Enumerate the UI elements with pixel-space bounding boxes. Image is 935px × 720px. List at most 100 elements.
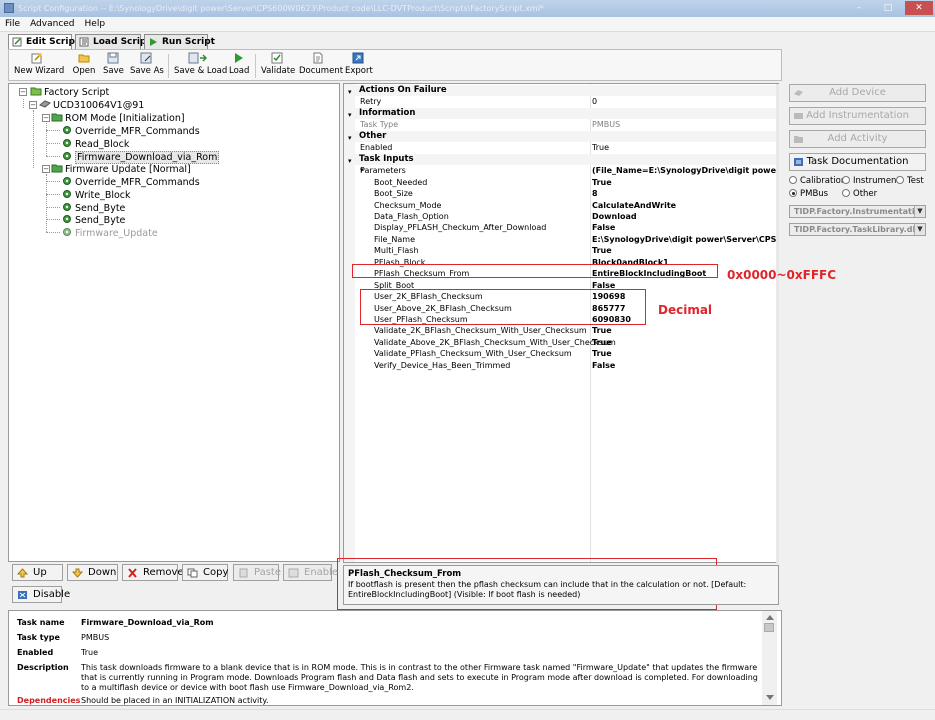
open-button[interactable]: Open — [67, 52, 101, 76]
property-value[interactable]: True — [592, 142, 778, 153]
validate-button[interactable]: Validate — [261, 52, 295, 76]
task-library-select[interactable]: TIDP.Factory.TaskLibrary.dll ▼ — [789, 223, 926, 236]
property-value[interactable]: True — [592, 245, 778, 256]
property-value[interactable]: True — [592, 325, 778, 336]
save-and-load-button[interactable]: Save & Load — [174, 52, 227, 76]
property-value[interactable]: True — [592, 348, 778, 359]
property-name: Task Inputs — [359, 153, 414, 164]
remove-button[interactable]: Remove — [122, 564, 184, 581]
collapse-toggle[interactable]: − — [29, 101, 37, 109]
tree-task-selected[interactable]: Firmware_Download_via_Rom — [61, 151, 220, 164]
add-activity-button[interactable]: Add Activity — [789, 130, 926, 148]
tab-run-script[interactable]: Run Script — [144, 34, 215, 49]
tab-edit-script[interactable]: Edit Script — [8, 34, 79, 50]
collapse-toggle[interactable]: − — [42, 114, 50, 122]
property-row[interactable]: Validate_Above_2K_BFlash_Checksum_With_U… — [344, 337, 778, 348]
property-value[interactable]: False — [592, 360, 778, 371]
up-button[interactable]: Up — [12, 564, 63, 581]
scroll-down-icon[interactable] — [766, 695, 774, 700]
add-device-button[interactable]: Add Device — [789, 84, 926, 102]
property-grid-scrollbar[interactable] — [776, 84, 779, 564]
task-info-scrollbar[interactable] — [762, 611, 777, 705]
tree-activity-rom-mode[interactable]: ROM Mode [Initialization] — [51, 112, 185, 124]
instrumentation-library-select[interactable]: TIDP.Factory.Instrumentation ▼ — [789, 205, 926, 218]
tree-task[interactable]: Override_MFR_Commands — [61, 176, 200, 188]
tree-task[interactable]: Send_Byte — [61, 214, 125, 226]
property-category[interactable]: ▾ Actions On Failure — [344, 85, 778, 97]
property-category[interactable]: ▾ Task Inputs — [344, 153, 778, 166]
property-row[interactable]: Checksum_Mode CalculateAndWrite — [344, 200, 778, 211]
collapse-toggle[interactable]: − — [19, 88, 27, 96]
property-row[interactable]: Boot_Needed True — [344, 177, 778, 188]
property-row[interactable]: Verify_Device_Has_Been_Trimmed False — [344, 360, 778, 371]
property-value[interactable]: False — [592, 222, 778, 233]
add-instrumentation-button[interactable]: Add Instrumentation — [789, 107, 926, 125]
copy-button[interactable]: Copy — [182, 564, 228, 581]
task-icon — [63, 228, 71, 236]
property-row[interactable]: Display_PFLASH_Checkum_After_Download Fal… — [344, 222, 778, 233]
remove-icon — [128, 568, 137, 578]
radio-instrument[interactable]: Instrument — [842, 176, 900, 186]
collapse-toggle[interactable]: − — [42, 165, 50, 173]
tree-task[interactable]: Write_Block — [61, 189, 131, 201]
tree-task[interactable]: Override_MFR_Commands — [61, 125, 200, 137]
radio-pmbus[interactable]: PMBus — [789, 189, 828, 199]
disable-button[interactable]: Disable — [12, 586, 70, 603]
property-row[interactable]: Enabled True — [344, 142, 778, 153]
property-row[interactable]: File_Name E:\SynologyDrive\digit power\Se… — [344, 234, 778, 245]
task-icon — [63, 190, 71, 198]
radio-calibration[interactable]: Calibration — [789, 176, 846, 186]
tree-root[interactable]: Factory Script — [30, 86, 109, 98]
enable-button[interactable]: Enable — [283, 564, 338, 581]
property-value[interactable]: CalculateAndWrite — [592, 200, 778, 211]
close-button[interactable]: ✕ — [905, 1, 933, 15]
scroll-up-icon[interactable] — [766, 615, 774, 620]
property-row[interactable]: Data_Flash_Option Download — [344, 211, 778, 222]
property-row[interactable]: Multi_Flash True — [344, 245, 778, 256]
tree-task[interactable]: Read_Block — [61, 138, 129, 150]
property-row[interactable]: Validate_2K_BFlash_Checksum_With_User_Ch… — [344, 325, 778, 336]
property-category[interactable]: ▾ Information — [344, 107, 778, 120]
property-value[interactable]: 0 — [592, 96, 778, 107]
property-row[interactable]: Retry 0 — [344, 96, 778, 107]
property-value[interactable]: True — [592, 337, 778, 348]
save-load-icon — [188, 52, 207, 64]
tab-load-script[interactable]: Load Script — [75, 34, 151, 49]
property-row[interactable]: Validate_PFlash_Checksum_With_User_Check… — [344, 348, 778, 359]
scroll-thumb[interactable] — [764, 623, 774, 632]
save-as-button[interactable]: Save As — [130, 52, 164, 76]
task-icon — [63, 152, 71, 160]
property-row[interactable]: Task Type PMBUS — [344, 119, 778, 130]
new-wizard-button[interactable]: New Wizard — [14, 52, 64, 76]
property-value[interactable]: E:\SynologyDrive\digit power\Server\CPS5… — [592, 234, 778, 245]
property-value[interactable]: True — [592, 177, 778, 188]
toolbar-separator — [255, 54, 256, 78]
tree-activity-firmware-update[interactable]: Firmware Update [Normal] — [51, 163, 191, 175]
radio-other[interactable]: Other — [842, 189, 877, 199]
paste-button[interactable]: Paste — [233, 564, 281, 581]
minimize-button[interactable]: – — [845, 1, 873, 15]
export-button[interactable]: Export — [345, 52, 373, 76]
menu-advanced[interactable]: Advanced — [25, 17, 79, 32]
task-documentation-button[interactable]: Task Documentation — [789, 153, 926, 171]
property-name: Task Type — [360, 120, 399, 130]
property-row[interactable]: Boot_Size 8 — [344, 188, 778, 199]
property-row[interactable]: ▾ Parameters (File_Name=E:\SynologyDrive\d… — [344, 165, 778, 176]
property-value[interactable]: Download — [592, 211, 778, 222]
tree-task-disabled[interactable]: Firmware_Update — [61, 227, 158, 239]
property-category[interactable]: ▾ Other — [344, 130, 778, 143]
load-button[interactable]: Load — [229, 52, 249, 76]
menu-file[interactable]: File — [0, 17, 25, 32]
script-tree[interactable]: − Factory Script − UCD310064V1@91 − ROM … — [8, 83, 340, 562]
down-button[interactable]: Down — [67, 564, 118, 581]
save-button[interactable]: Save — [103, 52, 124, 76]
property-value[interactable]: 8 — [592, 188, 778, 199]
property-value[interactable]: PMBUS — [592, 119, 778, 130]
menu-help[interactable]: Help — [80, 17, 111, 32]
document-button[interactable]: Document — [299, 52, 343, 76]
maximize-button[interactable]: □ — [874, 1, 902, 15]
tree-task[interactable]: Send_Byte — [61, 202, 125, 214]
radio-test[interactable]: Test — [896, 176, 924, 186]
tree-device[interactable]: UCD310064V1@91 — [39, 99, 144, 111]
property-value[interactable]: (File_Name=E:\SynologyDrive\digit power\… — [592, 165, 778, 176]
